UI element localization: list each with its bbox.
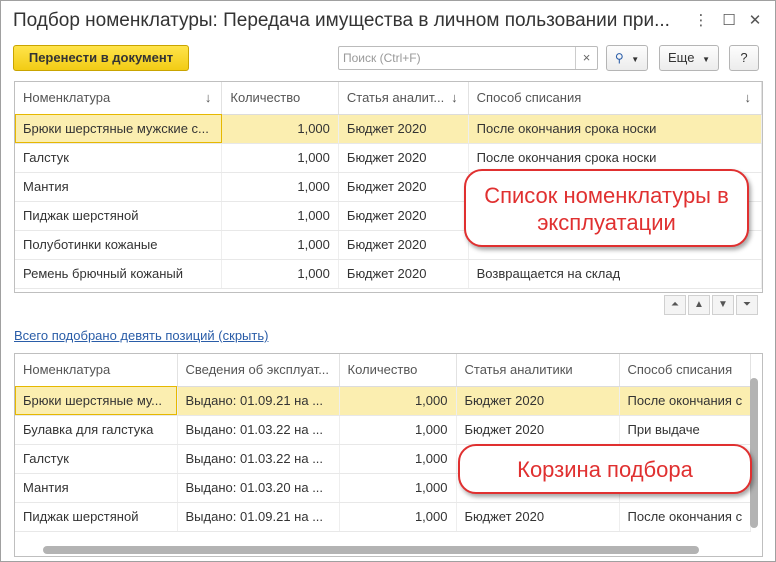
- search-input[interactable]: [341, 49, 573, 67]
- cell-analytics[interactable]: Бюджет 2020: [338, 172, 469, 202]
- cell-usage-info[interactable]: Выдано: 01.09.21 на ...: [177, 502, 340, 532]
- window-title: Подбор номенклатуры: Передача имущества …: [13, 10, 670, 31]
- cell-quantity[interactable]: 1,000: [339, 502, 457, 532]
- column-header-analytics[interactable]: Статья аналитики: [456, 354, 620, 387]
- scroll-down-icon[interactable]: ▼: [712, 295, 734, 315]
- column-header-nomenclature[interactable]: Номенклатура: [15, 354, 178, 387]
- cell-quantity[interactable]: 1,000: [221, 201, 339, 231]
- cell-nomenclature[interactable]: Пиджак шерстяной: [15, 201, 223, 231]
- search-field[interactable]: ×: [338, 46, 598, 70]
- cell-quantity[interactable]: 1,000: [221, 172, 339, 202]
- cell-analytics[interactable]: Бюджет 2020: [456, 386, 620, 416]
- scroll-up-icon[interactable]: ▲: [688, 295, 710, 315]
- help-button[interactable]: ?: [729, 45, 759, 71]
- table-row[interactable]: Галстук 1,000 Бюджет 2020 После окончани…: [15, 143, 762, 173]
- cell-nomenclature[interactable]: Булавка для галстука: [15, 415, 178, 445]
- column-header-quantity[interactable]: Количество: [339, 354, 457, 387]
- maximize-icon[interactable]: ☐: [719, 11, 739, 31]
- column-header-quantity[interactable]: Количество: [221, 82, 339, 115]
- cell-usage-info[interactable]: Выдано: 01.03.22 на ...: [177, 444, 340, 474]
- selected-items-link[interactable]: Всего подобрано девять позиций (скрыть): [14, 328, 268, 343]
- cell-quantity[interactable]: 1,000: [339, 473, 457, 503]
- table-header: Номенклатура ↓ Количество Статья аналит..…: [15, 82, 762, 115]
- column-header-nomenclature[interactable]: Номенклатура ↓: [15, 82, 223, 115]
- sort-arrow-icon: ↓: [204, 90, 212, 105]
- cell-nomenclature[interactable]: Мантия: [15, 172, 223, 202]
- cell-nomenclature[interactable]: Брюки шерстяные му...: [15, 386, 178, 416]
- table-row[interactable]: Булавка для галстука Выдано: 01.03.22 на…: [15, 415, 752, 445]
- scroll-first-icon[interactable]: ⏶: [664, 295, 686, 315]
- search-icon: ⚲: [614, 51, 624, 65]
- search-button[interactable]: ⚲ ▼: [606, 45, 648, 71]
- cell-writeoff-method[interactable]: После окончания срока носки: [468, 143, 762, 173]
- cell-quantity[interactable]: 1,000: [221, 114, 339, 144]
- column-header-writeoff-method[interactable]: Способ списания ↓: [468, 82, 762, 115]
- cell-nomenclature[interactable]: Ремень брючный кожаный: [15, 259, 223, 289]
- table-row[interactable]: Ремень брючный кожаный 1,000 Бюджет 2020…: [15, 259, 762, 289]
- cell-analytics[interactable]: Бюджет 2020: [338, 114, 469, 144]
- sort-arrow-icon: ↓: [451, 90, 458, 105]
- horizontal-scrollbar[interactable]: [43, 546, 699, 554]
- cell-writeoff-method[interactable]: После окончания срока носки: [468, 114, 762, 144]
- cell-nomenclature[interactable]: Галстук: [15, 444, 178, 474]
- cell-quantity[interactable]: 1,000: [221, 143, 339, 173]
- cell-quantity[interactable]: 1,000: [339, 415, 457, 445]
- cell-analytics[interactable]: Бюджет 2020: [338, 259, 469, 289]
- cell-writeoff-method[interactable]: После окончания с: [619, 502, 752, 532]
- cell-analytics[interactable]: Бюджет 2020: [338, 230, 469, 260]
- cell-quantity[interactable]: 1,000: [221, 230, 339, 260]
- clear-search-icon[interactable]: ×: [575, 47, 597, 69]
- cell-usage-info[interactable]: Выдано: 01.03.22 на ...: [177, 415, 340, 445]
- cell-quantity[interactable]: 1,000: [221, 259, 339, 289]
- title-bar: Подбор номенклатуры: Передача имущества …: [1, 1, 775, 41]
- table-row[interactable]: Пиджак шерстяной Выдано: 01.09.21 на ...…: [15, 502, 752, 532]
- toolbar: Перенести в документ × ⚲ ▼ Еще ▼ ?: [1, 45, 775, 73]
- cell-analytics[interactable]: Бюджет 2020: [456, 415, 620, 445]
- table-row[interactable]: Брюки шерстяные му... Выдано: 01.09.21 н…: [15, 386, 752, 416]
- cell-nomenclature[interactable]: Брюки шерстяные мужские с...: [15, 114, 223, 144]
- more-label: Еще: [668, 50, 695, 65]
- cell-writeoff-method[interactable]: При выдаче: [619, 415, 752, 445]
- sort-arrow-icon: ↓: [744, 90, 752, 105]
- chevron-down-icon: ▼: [631, 55, 640, 64]
- cell-quantity[interactable]: 1,000: [339, 386, 457, 416]
- callout-bottom: Корзина подбора: [458, 444, 752, 494]
- column-header-analytics[interactable]: Статья аналит... ↓: [338, 82, 469, 115]
- transfer-to-document-button[interactable]: Перенести в документ: [13, 45, 189, 71]
- column-header-usage-info[interactable]: Сведения об эксплуат...: [177, 354, 340, 387]
- selection-window: Подбор номенклатуры: Передача имущества …: [0, 0, 776, 562]
- cell-writeoff-method[interactable]: После окончания с: [619, 386, 752, 416]
- cell-analytics[interactable]: Бюджет 2020: [338, 201, 469, 231]
- cell-usage-info[interactable]: Выдано: 01.03.20 на ...: [177, 473, 340, 503]
- cell-analytics[interactable]: Бюджет 2020: [338, 143, 469, 173]
- more-button[interactable]: Еще ▼: [659, 45, 719, 71]
- vertical-scrollbar[interactable]: [750, 378, 758, 528]
- close-icon[interactable]: ✕: [745, 11, 765, 31]
- cell-nomenclature[interactable]: Полуботинки кожаные: [15, 230, 223, 260]
- column-header-writeoff-method[interactable]: Способ списания: [619, 354, 752, 387]
- scroll-last-icon[interactable]: ⏷: [736, 295, 758, 315]
- cell-usage-info[interactable]: Выдано: 01.09.21 на ...: [177, 386, 340, 416]
- cell-writeoff-method[interactable]: Возвращается на склад: [468, 259, 762, 289]
- cell-nomenclature[interactable]: Галстук: [15, 143, 223, 173]
- callout-top: Список номенклатуры в эксплуатации: [464, 169, 749, 247]
- table-row[interactable]: Брюки шерстяные мужские с... 1,000 Бюдже…: [15, 114, 762, 144]
- chevron-down-icon: ▼: [702, 55, 710, 64]
- more-vertical-icon[interactable]: ⋮: [691, 11, 711, 31]
- table-header: Номенклатура Сведения об эксплуат... Кол…: [15, 354, 752, 387]
- cell-analytics[interactable]: Бюджет 2020: [456, 502, 620, 532]
- cell-nomenclature[interactable]: Мантия: [15, 473, 178, 503]
- cell-nomenclature[interactable]: Пиджак шерстяной: [15, 502, 178, 532]
- cell-quantity[interactable]: 1,000: [339, 444, 457, 474]
